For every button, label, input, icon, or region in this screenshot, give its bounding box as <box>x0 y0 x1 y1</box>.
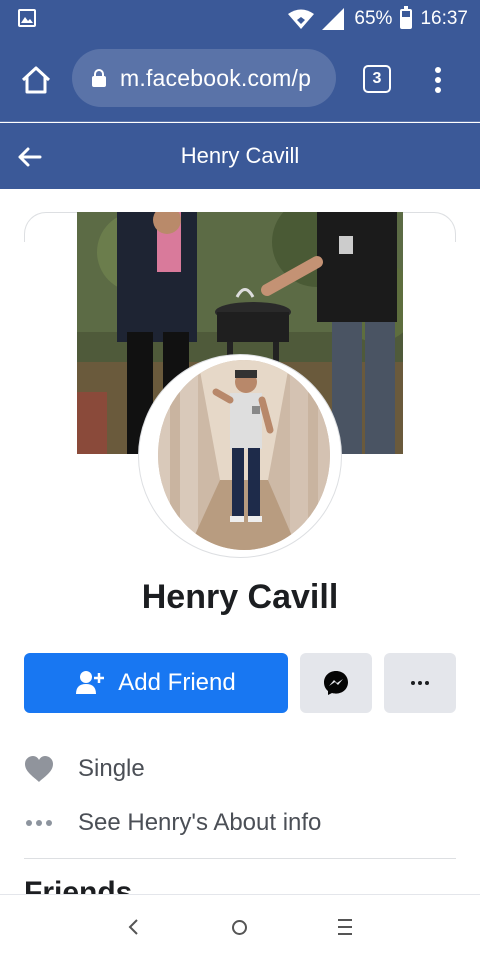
more-dots-icon[interactable] <box>384 653 456 713</box>
friends-heading: Friends <box>24 878 224 894</box>
status-indicators: 65% 16:37 <box>288 6 468 31</box>
heart-icon <box>24 754 54 784</box>
person-add-icon <box>76 671 105 694</box>
about-info-link: See Henry's About info <box>78 809 322 836</box>
tabs-button[interactable]: 3 <box>363 65 391 93</box>
home-circle-icon[interactable] <box>232 920 247 935</box>
page-header: Henry Cavill <box>0 123 480 189</box>
relationship-status: Single <box>78 755 145 782</box>
info-relationship[interactable]: Single <box>24 749 456 789</box>
profile-name: Henry Cavill <box>141 578 339 616</box>
profile-picture[interactable] <box>158 360 330 550</box>
status-bar: 65% 16:37 <box>0 0 480 38</box>
messenger-icon <box>324 671 348 695</box>
add-friend-label: Add Friend <box>118 669 236 696</box>
signal-icon <box>322 8 345 30</box>
recents-icon[interactable] <box>338 919 352 935</box>
message-button[interactable] <box>300 653 372 713</box>
address-bar[interactable]: m.facebook.com/p <box>72 49 336 107</box>
browser-toolbar: m.facebook.com/p 3 <box>0 38 480 122</box>
friends-section-heading: Friends <box>24 878 224 894</box>
battery-percentage: 65% <box>354 8 393 29</box>
page-title: Henry Cavill <box>180 143 300 168</box>
divider <box>24 858 456 859</box>
battery-level <box>402 16 411 27</box>
clock: 16:37 <box>420 8 468 29</box>
back-icon[interactable] <box>124 917 144 937</box>
system-nav-bar <box>0 894 480 960</box>
battery-icon <box>400 6 413 29</box>
info-about-link[interactable]: See Henry's About info <box>24 803 456 843</box>
gallery-icon <box>18 9 36 27</box>
url-text: m.facebook.com/p <box>120 64 312 91</box>
home-icon[interactable] <box>18 62 54 98</box>
wifi-icon <box>288 9 315 29</box>
add-friend-button[interactable]: Add Friend <box>24 653 288 713</box>
lock-icon <box>92 69 106 87</box>
overflow-menu-icon[interactable] <box>428 64 448 96</box>
more-dots-icon <box>24 808 54 838</box>
